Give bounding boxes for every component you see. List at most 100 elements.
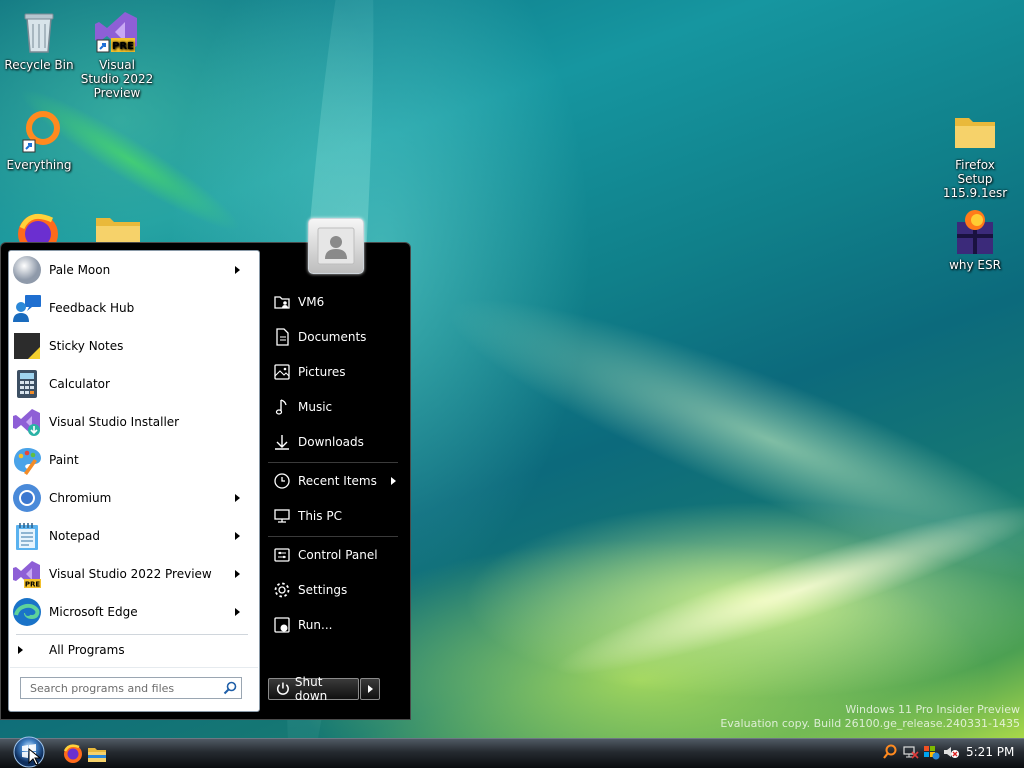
svg-text:PRE: PRE — [25, 581, 41, 589]
program-label: Microsoft Edge — [49, 605, 138, 619]
submenu-arrow-icon — [235, 266, 240, 274]
pale-moon-icon — [12, 255, 42, 285]
firefox-gift-icon — [951, 208, 999, 256]
network-icon[interactable] — [902, 744, 920, 760]
shield-flag-icon[interactable] — [922, 744, 940, 760]
right-item-user-folder[interactable]: VM6 — [268, 287, 402, 317]
right-item-documents[interactable]: Documents — [268, 322, 402, 352]
right-separator — [268, 462, 398, 463]
program-pale-moon[interactable]: Pale Moon — [12, 252, 250, 288]
submenu-arrow-icon — [235, 608, 240, 616]
right-item-downloads[interactable]: Downloads — [268, 427, 402, 457]
computer-icon — [274, 509, 290, 523]
search-icon[interactable] — [223, 681, 237, 695]
program-label: Paint — [49, 453, 79, 467]
visual-studio-preview-icon: PRE — [12, 559, 42, 589]
all-programs-button[interactable]: All Programs — [12, 634, 250, 666]
right-item-label: Music — [298, 400, 333, 414]
right-item-label: Documents — [298, 330, 367, 344]
right-item-recent-items[interactable]: Recent Items — [268, 466, 402, 496]
submenu-arrow-icon — [391, 477, 396, 485]
taskbar-pinned-firefox[interactable] — [62, 742, 84, 764]
taskbar — [0, 738, 1024, 768]
search-box[interactable] — [20, 677, 242, 699]
user-folder-icon — [274, 296, 290, 309]
chevron-right-icon — [368, 685, 373, 693]
program-label: Sticky Notes — [49, 339, 124, 353]
edge-icon — [12, 597, 42, 627]
user-avatar-icon — [317, 227, 355, 265]
program-visual-studio-installer[interactable]: Visual Studio Installer — [12, 404, 250, 440]
chromium-icon — [12, 483, 42, 513]
program-label: Visual Studio 2022 Preview — [49, 567, 212, 581]
right-item-settings[interactable]: Settings — [268, 575, 402, 605]
desktop-icon-firefox-setup-folder[interactable]: Firefox Setup 115.9.1esr — [937, 108, 1013, 200]
taskbar-clock[interactable]: 5:21 PM — [966, 745, 1018, 761]
volume-muted-icon[interactable] — [942, 744, 960, 760]
search-input[interactable] — [21, 678, 217, 698]
program-microsoft-edge[interactable]: Microsoft Edge — [12, 594, 250, 630]
right-item-label: Recent Items — [298, 474, 377, 488]
desktop-icon-visual-studio-preview[interactable]: PRE Visual Studio 2022 Preview — [79, 8, 155, 100]
desktop-icon-folder-partial[interactable] — [94, 210, 142, 244]
chevron-right-icon — [12, 635, 42, 665]
firefox-icon — [63, 744, 82, 763]
right-item-control-panel[interactable]: Control Panel — [268, 540, 402, 570]
desktop-icon-label: Everything — [6, 158, 72, 172]
program-paint[interactable]: Paint — [12, 442, 250, 478]
right-item-label: Run... — [298, 618, 333, 632]
desktop-icon-label: Visual Studio 2022 Preview — [80, 58, 154, 100]
submenu-arrow-icon — [235, 570, 240, 578]
submenu-arrow-icon — [235, 494, 240, 502]
gear-icon — [274, 582, 290, 598]
shutdown-button[interactable]: Shut down — [268, 675, 359, 703]
desktop-icon-why-esr[interactable]: why ESR — [937, 208, 1013, 272]
right-separator — [268, 536, 398, 537]
sticky-notes-icon — [12, 331, 42, 361]
search-separator — [10, 667, 258, 668]
calculator-icon — [12, 369, 42, 399]
program-label: Calculator — [49, 377, 110, 391]
desktop-icon-everything[interactable]: Everything — [1, 108, 77, 172]
picture-icon — [274, 364, 290, 380]
right-item-pictures[interactable]: Pictures — [268, 357, 402, 387]
notepad-icon — [12, 521, 42, 551]
folder-icon — [96, 218, 140, 244]
program-label: Feedback Hub — [49, 301, 135, 315]
desktop-icon-recycle-bin[interactable]: Recycle Bin — [1, 8, 77, 72]
user-account-picture[interactable] — [308, 218, 364, 274]
everything-search-icon — [15, 108, 63, 156]
paint-icon — [12, 445, 42, 475]
program-chromium[interactable]: Chromium — [12, 480, 250, 516]
program-label: Visual Studio Installer — [49, 415, 180, 429]
clock-icon — [274, 473, 290, 489]
desktop-icon-label: Firefox Setup 115.9.1esr — [942, 158, 1008, 200]
taskbar-pinned-file-explorer[interactable] — [86, 743, 108, 765]
desktop-icon-label: Recycle Bin — [4, 58, 74, 72]
document-icon — [276, 328, 289, 346]
program-feedback-hub[interactable]: Feedback Hub — [12, 290, 250, 326]
program-label: Notepad — [49, 529, 100, 543]
shutdown-label: Shut down — [294, 675, 328, 703]
power-icon — [277, 682, 289, 695]
program-label: Pale Moon — [49, 263, 111, 277]
right-item-this-pc[interactable]: This PC — [268, 501, 402, 531]
activation-watermark: Windows 11 Pro Insider Preview Evaluatio… — [700, 703, 1020, 731]
right-item-music[interactable]: Music — [268, 392, 402, 422]
program-visual-studio-preview[interactable]: PRE Visual Studio 2022 Preview — [12, 556, 250, 592]
shutdown-options-button[interactable] — [360, 678, 380, 700]
everything-tray-icon[interactable] — [882, 744, 898, 760]
run-icon — [274, 617, 290, 633]
desktop-icon-firefox-partial[interactable] — [14, 208, 62, 244]
recycle-bin-icon — [15, 8, 63, 56]
program-notepad[interactable]: Notepad — [12, 518, 250, 554]
music-note-icon — [275, 399, 287, 415]
submenu-arrow-icon — [235, 532, 240, 540]
visual-studio-installer-icon — [12, 407, 42, 437]
watermark-line: Windows 11 Pro Insider Preview — [845, 703, 1020, 716]
all-programs-label: All Programs — [49, 643, 125, 657]
program-label: Chromium — [49, 491, 112, 505]
program-calculator[interactable]: Calculator — [12, 366, 250, 402]
program-sticky-notes[interactable]: Sticky Notes — [12, 328, 250, 364]
right-item-run[interactable]: Run... — [268, 610, 402, 640]
